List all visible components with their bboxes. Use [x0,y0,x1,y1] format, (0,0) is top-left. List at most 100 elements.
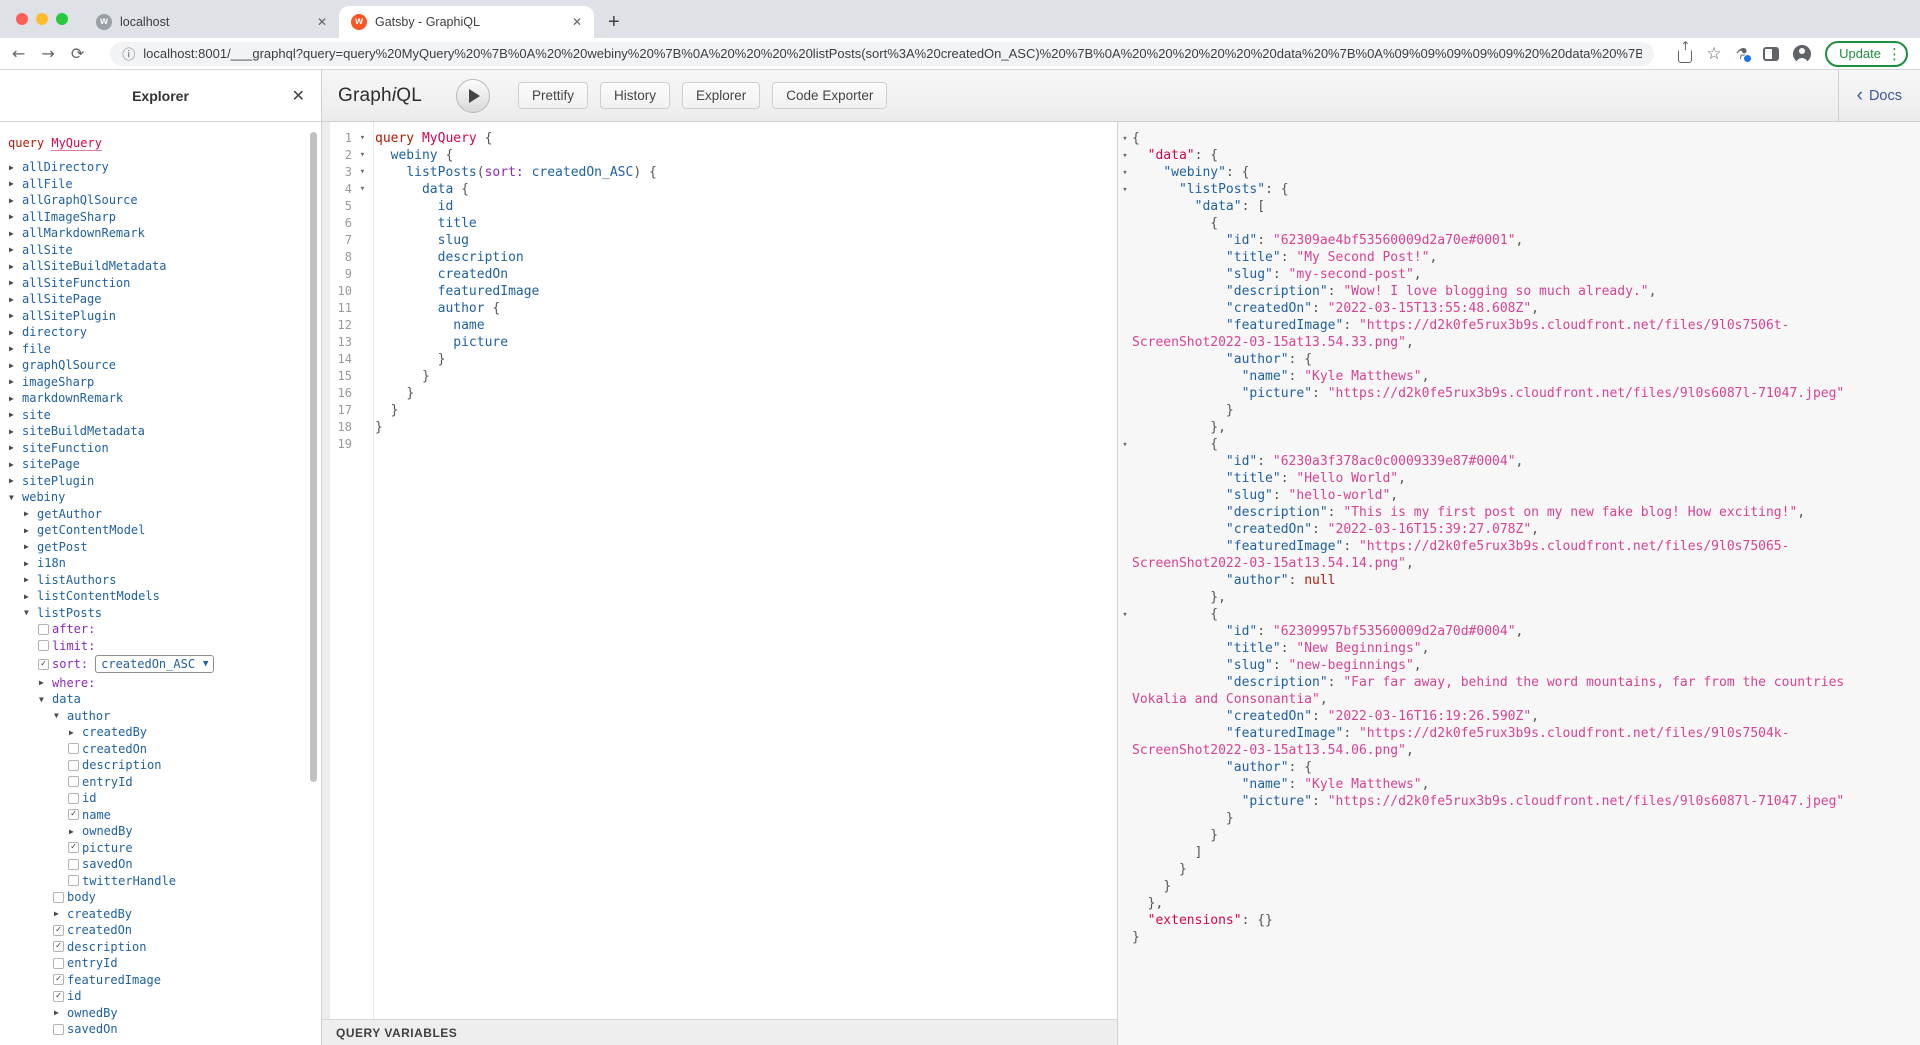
explorer-row-graphQlSource[interactable]: ▶graphQlSource [8,357,321,374]
explorer-row-createdBy[interactable]: ▶createdBy [53,906,321,923]
explorer-row-description[interactable]: ✓description [53,939,321,956]
explorer-row-where[interactable]: ▶where: [38,675,321,692]
new-tab-button[interactable]: + [608,13,620,31]
explorer-row-id[interactable]: ✓id [53,988,321,1005]
site-info-icon[interactable]: ⓘ [122,44,135,63]
expand-icon[interactable]: ▶ [8,328,22,337]
id-checkbox[interactable]: ✓ [53,991,64,1002]
explorer-row-allMarkdownRemark[interactable]: ▶allMarkdownRemark [8,225,321,242]
expand-icon[interactable]: ▶ [8,163,22,172]
expand-icon[interactable]: ▶ [8,460,22,469]
collapse-icon[interactable]: ▼ [23,608,37,617]
featuredImage-checkbox[interactable]: ✓ [53,974,64,985]
maximize-window-button[interactable] [56,13,68,25]
close-tab-icon[interactable]: ✕ [315,13,329,31]
expand-icon[interactable]: ▶ [23,559,37,568]
expand-icon[interactable]: ▶ [23,509,37,518]
fold-icon[interactable]: ▾ [356,164,369,181]
explorer-row-sort[interactable]: ✓sort:createdOn_ASC▼ [38,654,321,675]
twitterHandle-checkbox[interactable] [68,875,79,886]
minimize-window-button[interactable] [36,13,48,25]
expand-icon[interactable]: ▶ [23,526,37,535]
expand-icon[interactable]: ▶ [8,179,22,188]
explorer-toggle-button[interactable]: Explorer [682,82,760,109]
explorer-row-allFile[interactable]: ▶allFile [8,176,321,193]
explorer-tree[interactable]: query MyQuery ▶allDirectory▶allFile▶allG… [0,122,321,1045]
explorer-row-markdownRemark[interactable]: ▶markdownRemark [8,390,321,407]
explorer-row-listPosts[interactable]: ▼listPosts [23,605,321,622]
explorer-row-listAuthors[interactable]: ▶listAuthors [23,572,321,589]
explorer-row-listContentModels[interactable]: ▶listContentModels [23,588,321,605]
explorer-row-site[interactable]: ▶site [8,407,321,424]
fold-icon[interactable]: ▾ [356,181,369,198]
explorer-row-twitterHandle[interactable]: twitterHandle [68,873,321,890]
explorer-row-ownedBy[interactable]: ▶ownedBy [68,823,321,840]
query-editor[interactable]: 1▾query MyQuery {2▾ webiny {3▾ listPosts… [322,122,1118,1045]
explorer-row-allImageSharp[interactable]: ▶allImageSharp [8,209,321,226]
explorer-row-entryId[interactable]: entryId [53,955,321,972]
explorer-row-webiny[interactable]: ▼webiny [8,489,321,506]
limit-checkbox[interactable] [38,640,49,651]
savedOn-checkbox[interactable] [68,859,79,870]
execute-query-button[interactable] [456,79,490,113]
expand-icon[interactable]: ▶ [8,344,22,353]
entryId-checkbox[interactable] [53,958,64,969]
expand-icon[interactable]: ▶ [8,394,22,403]
address-bar[interactable]: ⓘ localhost:8001/___graphql?query=query%… [110,42,1654,66]
explorer-row-name[interactable]: ✓name [68,807,321,824]
tab-gatsby-graphiql[interactable]: w Gatsby - GraphiQL ✕ [339,6,594,38]
explorer-row-data[interactable]: ▼data [38,691,321,708]
explorer-row-author[interactable]: ▼author [53,708,321,725]
share-icon[interactable] [1678,44,1692,63]
expand-icon[interactable]: ▶ [8,278,22,287]
explorer-row-getContentModel[interactable]: ▶getContentModel [23,522,321,539]
expand-icon[interactable]: ▶ [8,427,22,436]
explorer-row-after[interactable]: after: [38,621,321,638]
side-panel-icon[interactable] [1763,47,1779,61]
expand-icon[interactable]: ▶ [23,542,37,551]
expand-icon[interactable]: ▶ [53,909,67,918]
id-checkbox[interactable] [68,793,79,804]
explorer-row-createdOn[interactable]: createdOn [68,741,321,758]
explorer-row-description[interactable]: description [68,757,321,774]
fold-icon[interactable]: ▾ [356,147,369,164]
explorer-row-picture[interactable]: ✓picture [68,840,321,857]
update-button[interactable]: Update ⋮ [1825,41,1908,67]
query-variables-bar[interactable]: QUERY VARIABLES [322,1019,1117,1045]
expand-icon[interactable]: ▶ [8,443,22,452]
forward-icon[interactable]: → [41,46,54,62]
explorer-row-siteBuildMetadata[interactable]: ▶siteBuildMetadata [8,423,321,440]
explorer-row-allSiteFunction[interactable]: ▶allSiteFunction [8,275,321,292]
explorer-row-savedOn[interactable]: savedOn [53,1021,321,1038]
expand-icon[interactable]: ▶ [8,196,22,205]
fold-icon[interactable]: ▾ [1118,606,1132,623]
expand-icon[interactable]: ▶ [8,377,22,386]
expand-icon[interactable]: ▶ [8,229,22,238]
expand-icon[interactable]: ▶ [8,410,22,419]
result-panel[interactable]: ▾{▾ "data": {▾ "webiny": {▾ "listPosts":… [1118,122,1920,1045]
panel-resizer[interactable] [322,122,330,1045]
savedOn-checkbox[interactable] [53,1024,64,1035]
fold-icon[interactable]: ▾ [356,130,369,147]
explorer-row-getPost[interactable]: ▶getPost [23,539,321,556]
fold-icon[interactable]: ▾ [1118,147,1132,164]
explorer-row-entryId[interactable]: entryId [68,774,321,791]
expand-icon[interactable]: ▶ [8,311,22,320]
explorer-row-file[interactable]: ▶file [8,341,321,358]
fold-icon[interactable]: ▾ [1118,181,1132,198]
expand-icon[interactable]: ▶ [8,245,22,254]
explorer-row-body[interactable]: body [53,889,321,906]
explorer-row-ownedBy[interactable]: ▶ownedBy [53,1005,321,1022]
reload-icon[interactable]: ⟳ [71,46,84,62]
expand-icon[interactable]: ▶ [68,827,82,836]
profile-avatar-icon[interactable] [1793,45,1811,63]
fold-icon[interactable]: ▾ [1118,164,1132,181]
expand-icon[interactable]: ▶ [68,728,82,737]
createdOn-checkbox[interactable]: ✓ [53,925,64,936]
tab-localhost[interactable]: w localhost ✕ [84,6,339,38]
close-tab-icon[interactable]: ✕ [570,13,584,31]
explorer-row-getAuthor[interactable]: ▶getAuthor [23,506,321,523]
expand-icon[interactable]: ▶ [38,678,52,687]
expand-icon[interactable]: ▶ [8,212,22,221]
fold-icon[interactable]: ▾ [1118,130,1132,147]
